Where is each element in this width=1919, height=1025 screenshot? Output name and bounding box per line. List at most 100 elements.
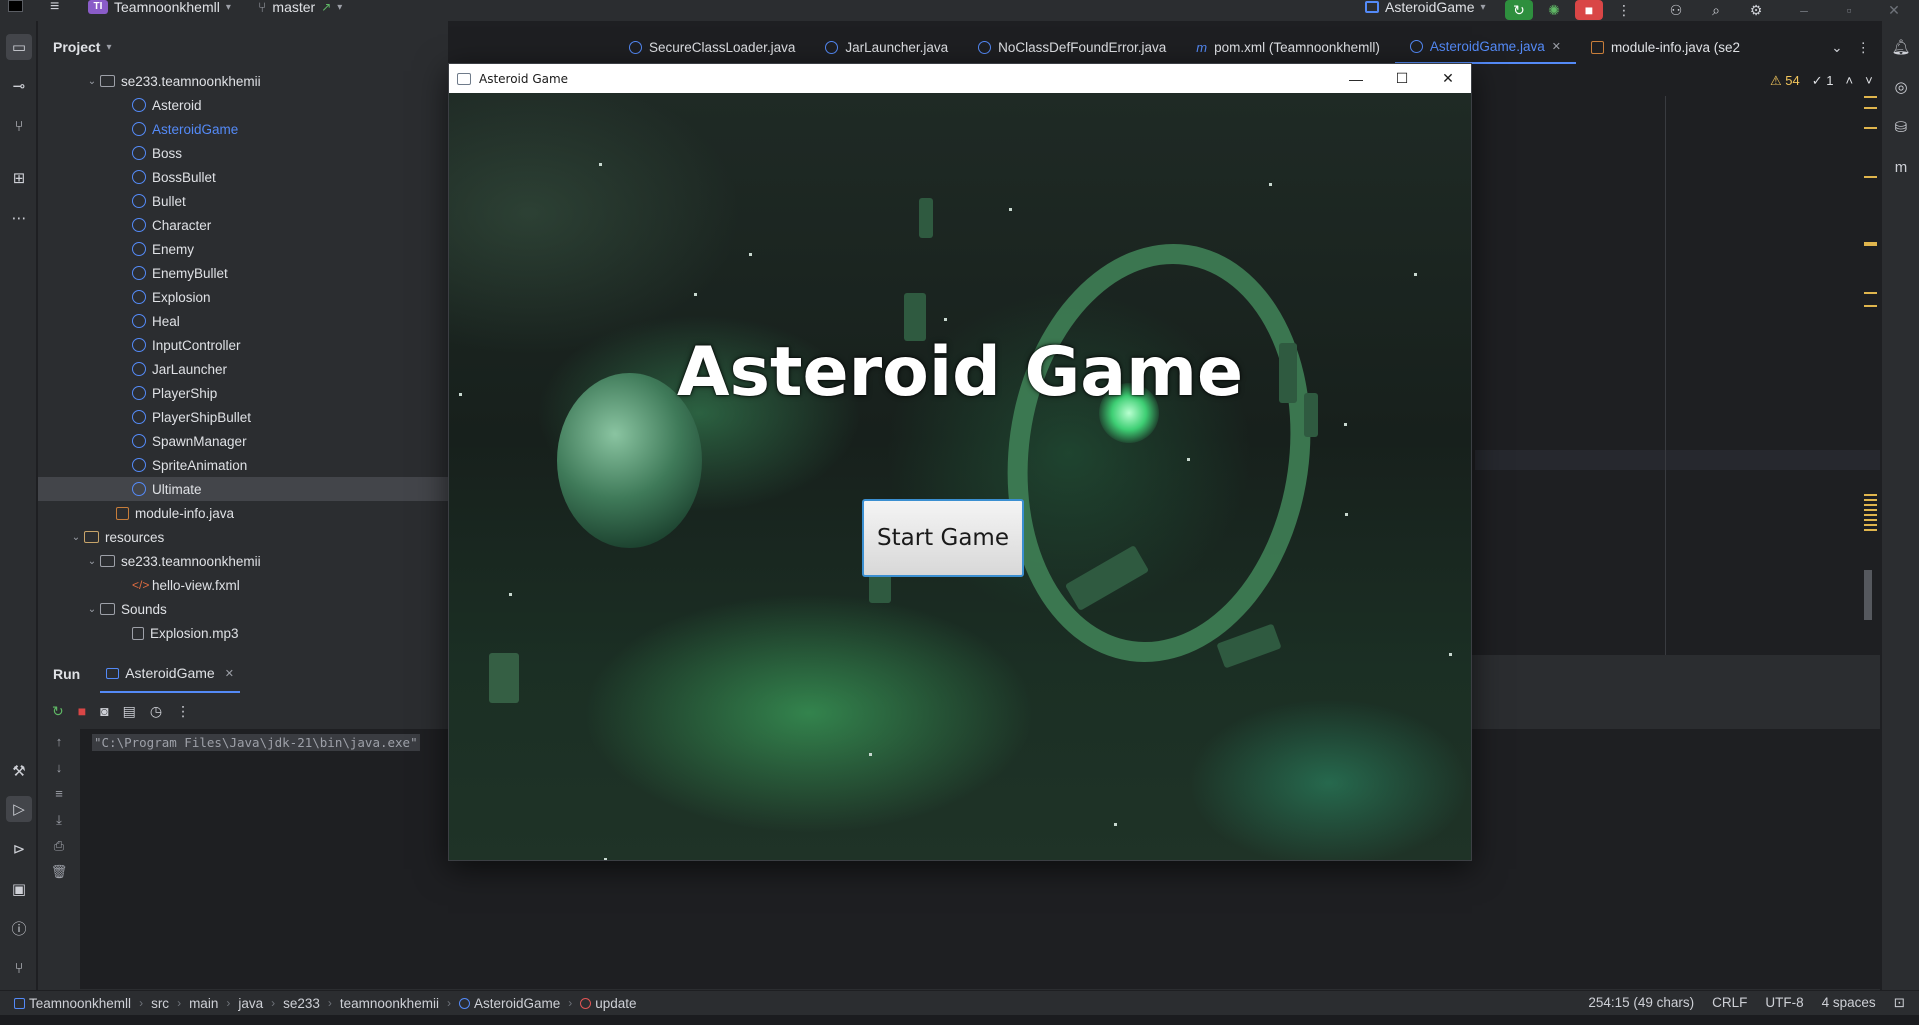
tree-item[interactable]: Heal [38, 309, 448, 333]
more-tools-icon[interactable]: ⋯ [6, 205, 32, 231]
more-vertical-icon[interactable]: ⋮ [1857, 40, 1871, 56]
chevron-down-icon[interactable]: ⌄ [84, 76, 100, 87]
breadcrumb-item[interactable]: se233 [283, 996, 320, 1011]
arrow-down-icon[interactable]: ↓ [38, 755, 80, 781]
pull-requests-icon[interactable]: ⑂ [6, 113, 32, 139]
editor-tab[interactable]: NoClassDefFoundError.java [963, 31, 1181, 64]
scrollbar-mark[interactable] [1864, 127, 1877, 129]
tree-item[interactable]: ⌄ se233.teamnoonkhemii [38, 549, 448, 573]
tree-item[interactable]: Asteroid [38, 93, 448, 117]
project-panel-header[interactable]: Project ▾ [38, 21, 448, 73]
tree-item[interactable]: Character [38, 213, 448, 237]
tree-item[interactable]: ⌄ se233.teamnoonkhemii [38, 69, 448, 93]
breadcrumb-item[interactable]: java [238, 996, 263, 1011]
scrollbar-mark[interactable] [1864, 305, 1877, 307]
minimize-button[interactable]: — [1333, 64, 1379, 93]
inspection-widget[interactable]: ⚠ 54 ✓ 1 ˄ ˅ [1770, 73, 1873, 89]
more-actions-button[interactable]: ⋮ [1610, 0, 1638, 20]
structure-tool-icon[interactable]: ⊞ [6, 165, 32, 191]
trash-icon[interactable]: 🗑︎ [38, 859, 80, 885]
scrollbar-mark[interactable] [1864, 242, 1877, 246]
tree-item[interactable]: Boss [38, 141, 448, 165]
caret-position[interactable]: 254:15 (49 chars) [1588, 995, 1694, 1011]
close-icon[interactable]: ✕ [225, 667, 234, 680]
tree-item[interactable]: Bullet [38, 189, 448, 213]
editor-tab[interactable]: module-info.java (se2 [1576, 31, 1755, 64]
editor-tab[interactable]: JarLauncher.java [810, 31, 963, 64]
scrollbar-marks-cluster[interactable] [1864, 494, 1877, 534]
print-icon[interactable]: ⎙ [38, 833, 80, 859]
settings-button[interactable]: ⚙ [1742, 0, 1770, 20]
stop-icon[interactable]: ■ [78, 703, 86, 719]
tree-item[interactable]: Enemy [38, 237, 448, 261]
indent-setting[interactable]: 4 spaces [1822, 995, 1876, 1011]
soft-wrap-icon[interactable]: ≡ [38, 781, 80, 807]
breadcrumb-item[interactable]: src [151, 996, 169, 1011]
project-selector[interactable]: TI Teamnoonkhemll ▾ [88, 0, 231, 15]
breadcrumb-item[interactable]: update [580, 996, 637, 1011]
game-window-titlebar[interactable]: Asteroid Game — ☐ ✕ [449, 64, 1471, 93]
tree-item[interactable]: ⌄ Sounds [38, 597, 448, 621]
tree-item[interactable]: module-info.java [38, 501, 448, 525]
notifications-icon[interactable]: 🔔︎ [1888, 34, 1914, 60]
project-tool-icon[interactable]: ▭ [6, 34, 32, 60]
rerun-button[interactable]: ↻ [1505, 0, 1533, 20]
breadcrumb-item[interactable]: main [189, 996, 218, 1011]
tree-item[interactable]: </> hello-view.fxml [38, 573, 448, 597]
breadcrumb-item[interactable]: teamnoonkhemii [340, 996, 439, 1011]
commit-tool-icon[interactable]: ⊸ [6, 73, 32, 99]
add-user-button[interactable]: ⚇ [1662, 0, 1690, 20]
tree-item[interactable]: BossBullet [38, 165, 448, 189]
breadcrumb-item[interactable]: Teamnoonkhemll [14, 996, 131, 1011]
run-tab-asteroidgame[interactable]: AsteroidGame ✕ [100, 655, 240, 693]
tree-item[interactable]: SpawnManager [38, 429, 448, 453]
editor-scrollbar-thumb[interactable] [1864, 570, 1872, 620]
run-tool-icon[interactable]: ▷ [6, 796, 32, 822]
terminal-tool-icon[interactable]: ▣ [6, 876, 32, 902]
chevron-down-icon[interactable]: ⌄ [68, 532, 84, 543]
maximize-button[interactable]: ☐ [1379, 64, 1425, 93]
run-config-selector[interactable]: AsteroidGame ▾ [1365, 0, 1486, 15]
chevron-down-icon[interactable]: ⌄ [84, 556, 100, 567]
rerun-icon[interactable]: ↻ [52, 703, 64, 720]
tree-item[interactable]: InputController [38, 333, 448, 357]
tree-item[interactable]: ⌄ resources [38, 525, 448, 549]
scrollbar-mark[interactable] [1864, 292, 1877, 294]
main-menu-icon[interactable]: ≡ [50, 0, 59, 15]
tree-item[interactable]: EnemyBullet [38, 261, 448, 285]
scrollbar-mark[interactable] [1864, 96, 1877, 98]
services-tool-icon[interactable]: ⊳ [6, 836, 32, 862]
start-game-button[interactable]: Start Game [862, 499, 1024, 577]
vcs-branch-selector[interactable]: ⑂ master ↗ ▾ [258, 0, 342, 15]
tree-item[interactable]: PlayerShipBullet [38, 405, 448, 429]
build-tool-icon[interactable]: ⚒ [6, 758, 32, 784]
tree-item[interactable]: JarLauncher [38, 357, 448, 381]
close-ide-button[interactable]: ✕ [1880, 0, 1908, 20]
lock-icon[interactable]: ⊡ [1894, 995, 1905, 1011]
tree-item[interactable]: Explosion [38, 285, 448, 309]
more-vertical-icon[interactable]: ⋮ [176, 703, 190, 720]
game-canvas[interactable]: Asteroid Game Start Game [449, 93, 1471, 860]
tree-item[interactable]: AsteroidGame [38, 117, 448, 141]
line-separator[interactable]: CRLF [1712, 995, 1747, 1011]
close-icon[interactable]: ✕ [1552, 40, 1561, 53]
tree-item[interactable]: Ultimate [38, 477, 448, 501]
database-icon[interactable]: ⛁ [1888, 114, 1914, 140]
editor-tab[interactable]: AsteroidGame.java ✕ [1394, 31, 1576, 64]
maven-icon[interactable]: m [1888, 154, 1914, 180]
file-encoding[interactable]: UTF-8 [1765, 995, 1803, 1011]
chevron-down-icon[interactable]: ⌄ [84, 604, 100, 615]
editor-tab[interactable]: m pom.xml (Teamnoonkhemll) [1181, 31, 1395, 64]
chevron-up-icon[interactable]: ˄ [1846, 73, 1854, 89]
scrollbar-mark[interactable] [1864, 176, 1877, 178]
debug-button[interactable]: ✺ [1540, 0, 1568, 20]
arrow-up-icon[interactable]: ↑ [38, 729, 80, 755]
search-button[interactable]: ⌕ [1702, 0, 1730, 20]
breadcrumb-item[interactable]: AsteroidGame [458, 996, 560, 1011]
dump-threads-icon[interactable]: ▤ [123, 703, 136, 720]
close-button[interactable]: ✕ [1425, 64, 1471, 93]
camera-icon[interactable]: ◙ [100, 703, 108, 719]
tree-item[interactable]: Explosion.mp3 [38, 621, 448, 645]
tree-item[interactable]: PlayerShip [38, 381, 448, 405]
ai-assistant-icon[interactable]: ◎ [1888, 74, 1914, 100]
